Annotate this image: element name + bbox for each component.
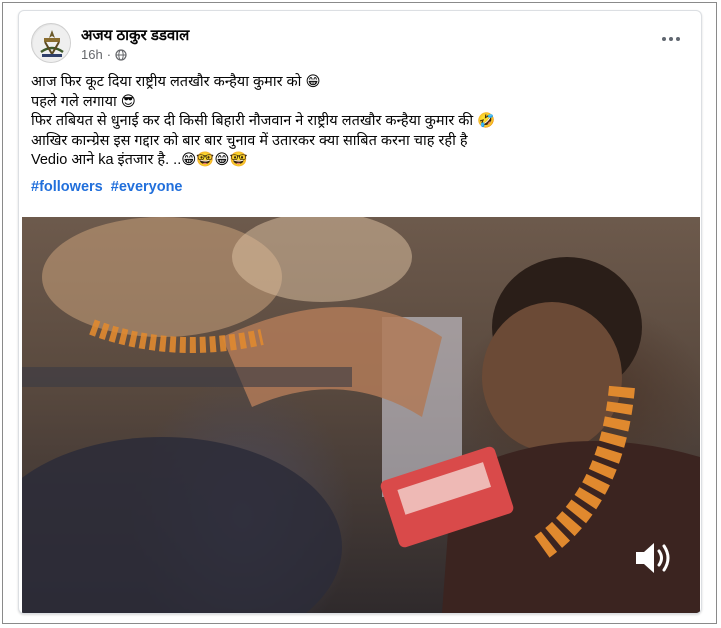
- globe-icon[interactable]: [115, 48, 127, 61]
- more-options-icon[interactable]: [657, 29, 685, 49]
- hashtag-link[interactable]: #followers: [31, 179, 103, 195]
- post-meta: 16h ·: [81, 47, 127, 62]
- post-text: आज फिर कूट दिया राष्ट्रीय लतखौर कन्हैया …: [31, 73, 689, 171]
- post-line: आज फिर कूट दिया राष्ट्रीय लतखौर कन्हैया …: [31, 74, 321, 90]
- video-scene: [22, 217, 700, 613]
- speaker-volume-icon[interactable]: [632, 539, 674, 577]
- post-line: Vedio आने ka इंतजार है. ..😁🤓😁🤓: [31, 152, 248, 168]
- post-time[interactable]: 16h: [81, 47, 103, 62]
- post-line: पहले गले लगाया 😎: [31, 93, 136, 110]
- facebook-post-card: अजय ठाकुर डडवाल 16h · आज फिर कूट दिया रा…: [18, 10, 702, 614]
- post-line: आखिर कान्ग्रेस इस गद्दार को बार बार चुना…: [31, 132, 468, 149]
- army-emblem-icon: [33, 25, 70, 62]
- video-player[interactable]: [22, 217, 700, 613]
- hashtags: #followers #everyone: [31, 179, 187, 195]
- author-name[interactable]: अजय ठाकुर डडवाल: [81, 25, 189, 45]
- post-line: फिर तबियत से धुनाई कर दी किसी बिहारी नौज…: [31, 113, 496, 129]
- post-header: अजय ठाकुर डडवाल 16h ·: [31, 23, 689, 67]
- hashtag-link[interactable]: #everyone: [111, 179, 183, 195]
- avatar[interactable]: [31, 23, 71, 63]
